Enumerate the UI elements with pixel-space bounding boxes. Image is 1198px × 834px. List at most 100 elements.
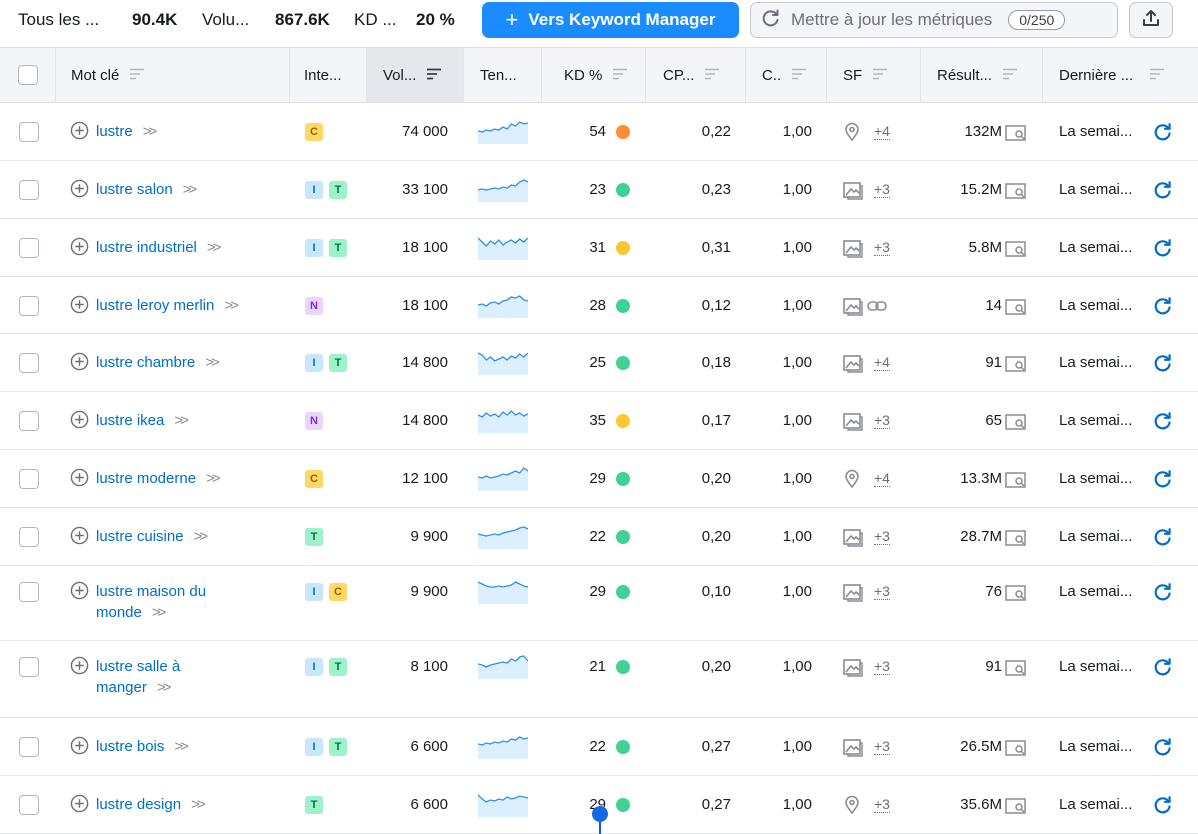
sort-desc-icon[interactable]: [426, 67, 442, 84]
refresh-icon[interactable]: [1153, 180, 1173, 205]
keyword-link[interactable]: lustre cuisine >>: [96, 526, 256, 547]
chevron-double-right-icon[interactable]: >>: [206, 470, 220, 487]
column-serp-features[interactable]: SF: [827, 48, 921, 102]
chevron-double-right-icon[interactable]: >>: [183, 181, 197, 198]
serp-snapshot-icon[interactable]: [1005, 797, 1027, 820]
add-to-list-icon[interactable]: [70, 656, 89, 675]
serp-snapshot-icon[interactable]: [1005, 298, 1027, 321]
export-button[interactable]: [1129, 2, 1173, 38]
serp-snapshot-icon[interactable]: [1005, 182, 1027, 205]
column-intent[interactable]: Inte...: [290, 48, 367, 102]
add-to-list-icon[interactable]: [70, 121, 89, 140]
column-kd[interactable]: KD %: [542, 48, 646, 102]
add-to-list-icon[interactable]: [70, 295, 89, 314]
keyword-link[interactable]: lustre salon >>: [96, 179, 256, 200]
serp-features-more[interactable]: +4: [874, 354, 890, 371]
add-to-list-icon[interactable]: [70, 581, 89, 600]
keyword-link[interactable]: lustre leroy merlin >>: [96, 295, 256, 316]
serp-snapshot-icon[interactable]: [1005, 471, 1027, 494]
chevron-double-right-icon[interactable]: >>: [152, 604, 166, 621]
row-checkbox[interactable]: [19, 238, 39, 258]
serp-features-more[interactable]: +3: [874, 412, 890, 429]
refresh-icon[interactable]: [1153, 353, 1173, 378]
row-checkbox[interactable]: [19, 469, 39, 489]
keyword-link[interactable]: lustre bois >>: [96, 736, 256, 757]
add-to-list-icon[interactable]: [70, 468, 89, 487]
refresh-icon[interactable]: [1153, 296, 1173, 321]
keyword-link[interactable]: lustre ikea >>: [96, 410, 256, 431]
chevron-double-right-icon[interactable]: >>: [191, 796, 205, 813]
column-trend[interactable]: Ten...: [464, 48, 542, 102]
row-checkbox[interactable]: [19, 795, 39, 815]
refresh-icon[interactable]: [1153, 795, 1173, 820]
serp-snapshot-icon[interactable]: [1005, 659, 1027, 682]
add-to-list-icon[interactable]: [70, 736, 89, 755]
keyword-link[interactable]: lustre moderne >>: [96, 468, 256, 489]
serp-snapshot-icon[interactable]: [1005, 739, 1027, 762]
chevron-double-right-icon[interactable]: >>: [157, 679, 171, 696]
keyword-link[interactable]: lustre salle à manger >>: [96, 656, 256, 698]
row-checkbox[interactable]: [19, 180, 39, 200]
chevron-double-right-icon[interactable]: >>: [143, 123, 157, 140]
serp-features-more[interactable]: +3: [874, 738, 890, 755]
chevron-double-right-icon[interactable]: >>: [224, 297, 238, 314]
sort-icon[interactable]: [1002, 67, 1018, 84]
chevron-double-right-icon[interactable]: >>: [174, 738, 188, 755]
serp-features-more[interactable]: +3: [874, 658, 890, 675]
serp-snapshot-icon[interactable]: [1005, 413, 1027, 436]
refresh-icon[interactable]: [1153, 527, 1173, 552]
add-to-list-icon[interactable]: [70, 410, 89, 429]
row-checkbox[interactable]: [19, 582, 39, 602]
column-keyword[interactable]: Mot clé: [56, 48, 290, 102]
update-metrics-button[interactable]: Mettre à jour les métriques 0/250: [750, 2, 1118, 38]
add-to-list-icon[interactable]: [70, 179, 89, 198]
keyword-manager-button[interactable]: + Vers Keyword Manager: [482, 2, 739, 38]
row-checkbox[interactable]: [19, 122, 39, 142]
serp-snapshot-icon[interactable]: [1005, 124, 1027, 147]
serp-features-more[interactable]: +4: [874, 123, 890, 140]
serp-snapshot-icon[interactable]: [1005, 584, 1027, 607]
refresh-icon[interactable]: [1153, 657, 1173, 682]
keyword-link[interactable]: lustre chambre >>: [96, 352, 256, 373]
keyword-link[interactable]: lustre industriel >>: [96, 237, 256, 258]
serp-snapshot-icon[interactable]: [1005, 529, 1027, 552]
serp-features-more[interactable]: +3: [874, 528, 890, 545]
select-all-checkbox[interactable]: [18, 65, 38, 85]
serp-features-more[interactable]: +3: [874, 583, 890, 600]
sort-icon[interactable]: [1149, 67, 1165, 84]
keyword-link[interactable]: lustre >>: [96, 121, 256, 142]
serp-snapshot-icon[interactable]: [1005, 355, 1027, 378]
serp-snapshot-icon[interactable]: [1005, 240, 1027, 263]
refresh-icon[interactable]: [1153, 469, 1173, 494]
chevron-double-right-icon[interactable]: >>: [205, 354, 219, 371]
refresh-icon[interactable]: [1153, 737, 1173, 762]
refresh-icon[interactable]: [1153, 122, 1173, 147]
refresh-icon[interactable]: [1153, 411, 1173, 436]
sort-icon[interactable]: [704, 67, 720, 84]
add-to-list-icon[interactable]: [70, 352, 89, 371]
column-last-update[interactable]: Dernière ...: [1043, 48, 1198, 102]
chevron-double-right-icon[interactable]: >>: [207, 239, 221, 256]
sort-icon[interactable]: [872, 67, 888, 84]
add-to-list-icon[interactable]: [70, 526, 89, 545]
serp-features-more[interactable]: +3: [874, 181, 890, 198]
column-competition[interactable]: C..: [746, 48, 827, 102]
column-cpc[interactable]: CP...: [646, 48, 746, 102]
keyword-link[interactable]: lustre maison du monde >>: [96, 581, 256, 623]
serp-features-more[interactable]: +3: [874, 239, 890, 256]
row-checkbox[interactable]: [19, 657, 39, 677]
row-checkbox[interactable]: [19, 737, 39, 757]
add-to-list-icon[interactable]: [70, 237, 89, 256]
sort-icon[interactable]: [791, 67, 807, 84]
add-to-list-icon[interactable]: [70, 794, 89, 813]
column-volume[interactable]: Vol...: [367, 48, 464, 102]
keyword-link[interactable]: lustre design >>: [96, 794, 256, 815]
sort-icon[interactable]: [612, 67, 628, 84]
chevron-double-right-icon[interactable]: >>: [174, 412, 188, 429]
row-checkbox[interactable]: [19, 353, 39, 373]
column-results[interactable]: Résult...: [921, 48, 1043, 102]
sort-icon[interactable]: [129, 67, 145, 84]
serp-features-more[interactable]: +3: [874, 796, 890, 813]
refresh-icon[interactable]: [1153, 582, 1173, 607]
chevron-double-right-icon[interactable]: >>: [194, 528, 208, 545]
